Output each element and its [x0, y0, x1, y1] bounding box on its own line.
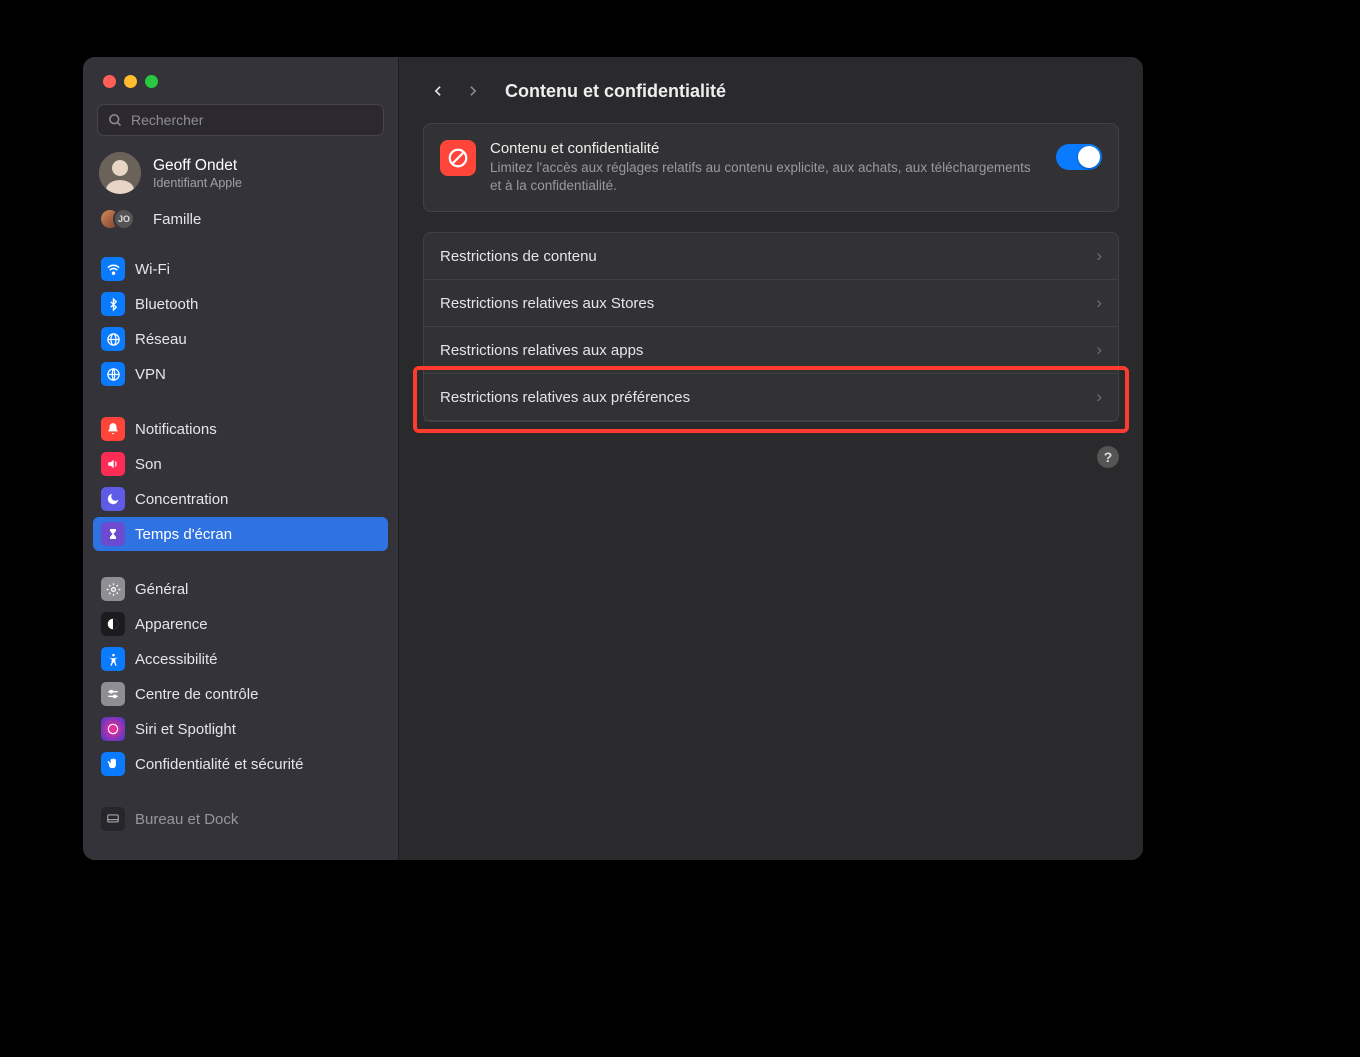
sidebar-item-label: Réseau — [135, 331, 187, 348]
sidebar-item-label: Siri et Spotlight — [135, 721, 236, 738]
sidebar-item-label: Bluetooth — [135, 296, 198, 313]
accessibility-icon — [101, 647, 125, 671]
zoom-window-button[interactable] — [145, 75, 158, 88]
sidebar-item-label: Général — [135, 581, 188, 598]
sidebar-item-label: Confidentialité et sécurité — [135, 756, 303, 773]
sidebar-item-siri[interactable]: Siri et Spotlight — [93, 712, 388, 746]
sidebar-item-label: Accessibilité — [135, 651, 218, 668]
speaker-icon — [101, 452, 125, 476]
sidebar-item-focus[interactable]: Concentration — [93, 482, 388, 516]
row-label: Restrictions relatives aux apps — [440, 342, 643, 359]
row-store-restrictions[interactable]: Restrictions relatives aux Stores › — [424, 280, 1118, 327]
no-entry-icon — [440, 140, 476, 176]
hand-icon — [101, 752, 125, 776]
toggle-knob — [1078, 146, 1100, 168]
sidebar-item-accessibility[interactable]: Accessibilité — [93, 642, 388, 676]
row-app-restrictions[interactable]: Restrictions relatives aux apps › — [424, 327, 1118, 374]
siri-icon — [101, 717, 125, 741]
sidebar-item-label: Wi-Fi — [135, 261, 170, 278]
sidebar-item-network[interactable]: Réseau — [93, 322, 388, 356]
hourglass-icon — [101, 522, 125, 546]
search-placeholder: Rechercher — [131, 112, 203, 128]
sidebar-item-desktop-dock[interactable]: Bureau et Dock — [93, 802, 388, 836]
family-avatars: JO — [99, 208, 141, 230]
chevron-right-icon — [466, 82, 479, 100]
minimize-window-button[interactable] — [124, 75, 137, 88]
sidebar-item-label: Bureau et Dock — [135, 811, 238, 828]
wifi-icon — [101, 257, 125, 281]
search-input[interactable]: Rechercher — [97, 104, 384, 136]
gear-icon — [101, 577, 125, 601]
sidebar-nav: Wi-Fi Bluetooth Réseau VPN No — [83, 240, 398, 860]
row-label: Restrictions relatives aux Stores — [440, 295, 654, 312]
sidebar-item-screen-time[interactable]: Temps d'écran — [93, 517, 388, 551]
page-title: Contenu et confidentialité — [505, 81, 726, 102]
sidebar-item-label: Concentration — [135, 491, 228, 508]
help-label: ? — [1104, 449, 1113, 465]
sidebar: Rechercher Geoff Ondet Identifiant Apple… — [83, 57, 399, 860]
main-panel: Contenu et confidentialité Contenu et co… — [399, 57, 1143, 860]
chevron-right-icon: › — [1096, 340, 1102, 360]
search-icon — [108, 113, 123, 128]
sidebar-item-wifi[interactable]: Wi-Fi — [93, 252, 388, 286]
sliders-icon — [101, 682, 125, 706]
family-row[interactable]: JO Famille — [83, 202, 398, 240]
system-settings-window: Rechercher Geoff Ondet Identifiant Apple… — [83, 57, 1143, 860]
row-label: Restrictions relatives aux préférences — [440, 389, 690, 406]
moon-icon — [101, 487, 125, 511]
sidebar-item-notifications[interactable]: Notifications — [93, 412, 388, 446]
back-button[interactable] — [423, 77, 453, 105]
apple-id-row[interactable]: Geoff Ondet Identifiant Apple — [83, 142, 398, 202]
chevron-right-icon: › — [1096, 387, 1102, 407]
hero-description: Limitez l'accès aux réglages relatifs au… — [490, 159, 1042, 195]
chevron-right-icon: › — [1096, 246, 1102, 266]
chevron-right-icon: › — [1096, 293, 1102, 313]
window-controls — [83, 57, 398, 104]
chevron-left-icon — [432, 82, 445, 100]
sidebar-item-sound[interactable]: Son — [93, 447, 388, 481]
forward-button[interactable] — [457, 77, 487, 105]
main-header: Contenu et confidentialité — [399, 57, 1143, 123]
row-preference-restrictions[interactable]: Restrictions relatives aux préférences › — [424, 374, 1118, 421]
account-subtitle: Identifiant Apple — [153, 176, 242, 190]
sidebar-item-label: Centre de contrôle — [135, 686, 258, 703]
bluetooth-icon — [101, 292, 125, 316]
appearance-icon — [101, 612, 125, 636]
sidebar-item-bluetooth[interactable]: Bluetooth — [93, 287, 388, 321]
sidebar-item-label: VPN — [135, 366, 166, 383]
sidebar-item-label: Temps d'écran — [135, 526, 232, 543]
close-window-button[interactable] — [103, 75, 116, 88]
restrictions-list: Restrictions de contenu › Restrictions r… — [423, 232, 1119, 422]
hero-title: Contenu et confidentialité — [490, 140, 1042, 157]
sidebar-item-label: Apparence — [135, 616, 208, 633]
bell-icon — [101, 417, 125, 441]
avatar — [99, 152, 141, 194]
sidebar-item-control-center[interactable]: Centre de contrôle — [93, 677, 388, 711]
sidebar-item-label: Notifications — [135, 421, 217, 438]
sidebar-item-privacy[interactable]: Confidentialité et sécurité — [93, 747, 388, 781]
hero-card: Contenu et confidentialité Limitez l'acc… — [423, 123, 1119, 212]
sidebar-item-appearance[interactable]: Apparence — [93, 607, 388, 641]
row-label: Restrictions de contenu — [440, 248, 597, 265]
vpn-icon — [101, 362, 125, 386]
row-content-restrictions[interactable]: Restrictions de contenu › — [424, 233, 1118, 280]
content-privacy-toggle[interactable] — [1056, 144, 1102, 170]
globe-icon — [101, 327, 125, 351]
sidebar-item-vpn[interactable]: VPN — [93, 357, 388, 391]
account-name: Geoff Ondet — [153, 157, 242, 175]
sidebar-item-label: Son — [135, 456, 162, 473]
help-button[interactable]: ? — [1097, 446, 1119, 468]
dock-icon — [101, 807, 125, 831]
sidebar-item-general[interactable]: Général — [93, 572, 388, 606]
family-label: Famille — [153, 211, 201, 228]
